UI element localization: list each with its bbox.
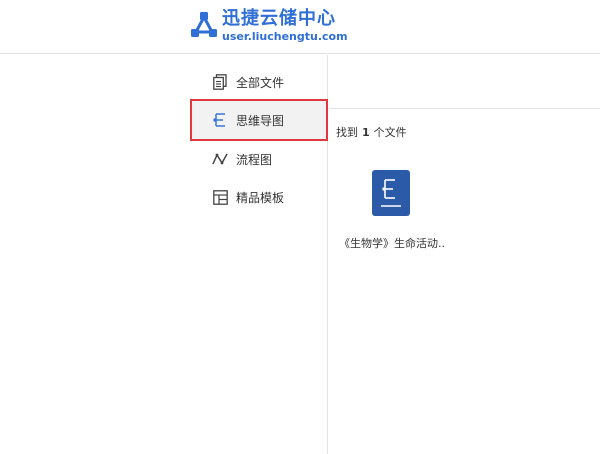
sidebar-item-all-files[interactable]: 全部文件 (192, 63, 326, 101)
share-nodes-icon[interactable] (189, 10, 219, 40)
main-content: 找到 1 个文件 《生物学》生命活动.. (329, 55, 600, 454)
result-count-text: 找到 1 个文件 (336, 124, 407, 140)
main-toolbar (329, 55, 600, 109)
flowline-icon (212, 151, 228, 167)
file-name: 《生物学》生命活动.. (339, 237, 445, 250)
sidebar-item-label: 精品模板 (236, 190, 285, 205)
header: 迅捷云储中心 user.liuchengtu.com (0, 0, 600, 54)
sidebar-item-label: 流程图 (236, 152, 273, 167)
mindmap-file-icon (372, 170, 410, 216)
result-prefix: 找到 (336, 126, 358, 139)
brand-url: user.liuchengtu.com (222, 30, 348, 43)
mindmap-icon (212, 112, 228, 128)
brand[interactable]: 迅捷云储中心 user.liuchengtu.com (222, 9, 348, 44)
result-suffix: 个文件 (373, 126, 407, 139)
sidebar: 全部文件 思维导图 流程图 精品模板 (0, 55, 328, 454)
brand-name: 迅捷云储中心 (222, 8, 336, 29)
sidebar-item-label: 思维导图 (236, 113, 285, 128)
sidebar-item-flowchart[interactable]: 流程图 (192, 140, 326, 178)
sidebar-item-label: 全部文件 (236, 75, 285, 90)
documents-icon (212, 74, 228, 90)
sidebar-item-templates[interactable]: 精品模板 (192, 178, 326, 216)
template-icon (212, 189, 228, 205)
result-count: 1 (362, 126, 370, 139)
sidebar-item-mindmap[interactable]: 思维导图 (190, 99, 328, 141)
